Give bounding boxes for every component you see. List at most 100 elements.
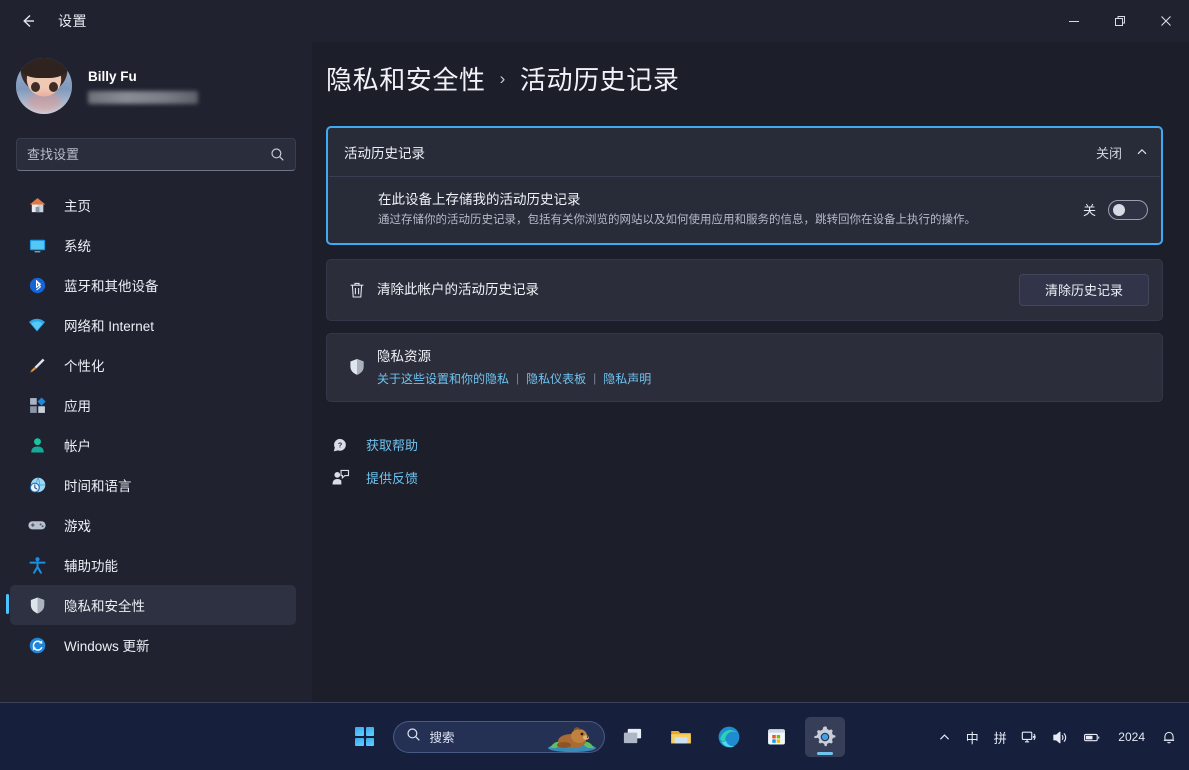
- sidebar-item-label: 系统: [64, 235, 91, 255]
- sidebar-item-gaming[interactable]: 游戏: [10, 505, 296, 545]
- sidebar-item-network[interactable]: 网络和 Internet: [10, 305, 296, 345]
- restore-icon: [1114, 15, 1127, 28]
- sidebar-item-label: 辅助功能: [64, 555, 118, 575]
- avatar: [16, 58, 72, 114]
- close-button[interactable]: [1143, 0, 1189, 42]
- task-view-button[interactable]: [613, 717, 653, 757]
- privacy-link-dashboard[interactable]: 隐私仪表板: [526, 370, 586, 387]
- battery-button[interactable]: [1077, 720, 1108, 754]
- bell-icon: [1161, 729, 1177, 745]
- folder-icon: [669, 725, 693, 749]
- account-icon: [26, 434, 48, 456]
- shield-icon: [343, 357, 371, 377]
- microsoft-edge-button[interactable]: [709, 717, 749, 757]
- battery-icon: [1083, 729, 1102, 746]
- activity-history-title: 活动历史记录: [344, 142, 1096, 162]
- sidebar-item-system[interactable]: 系统: [10, 225, 296, 265]
- clear-history-row: 清除此帐户的活动历史记录 清除历史记录: [327, 260, 1162, 320]
- activity-history-card: 活动历史记录 关闭 在此设备上存储我的活动历史记录 通过存储你的活动历史记录，包…: [326, 126, 1163, 245]
- settings-window: 设置: [0, 0, 1189, 770]
- settings-search-box[interactable]: [16, 138, 296, 171]
- store-activity-history-label: 在此设备上存储我的活动历史记录: [378, 191, 1067, 209]
- taskbar-center-group: 搜索: [345, 717, 845, 757]
- update-icon: [26, 634, 48, 656]
- apps-icon: [26, 394, 48, 416]
- store-activity-history-toggle[interactable]: [1108, 200, 1148, 220]
- sidebar-item-apps[interactable]: 应用: [10, 385, 296, 425]
- show-hidden-icons-button[interactable]: [931, 720, 957, 754]
- sidebar-item-label: 蓝牙和其他设备: [64, 275, 159, 295]
- microsoft-store-button[interactable]: [757, 717, 797, 757]
- shield-icon: [26, 594, 48, 616]
- sidebar-item-label: 应用: [64, 395, 91, 415]
- breadcrumb: 隐私和安全性 › 活动历史记录: [326, 60, 1189, 97]
- privacy-resources-links: 关于这些设置和你的隐私 | 隐私仪表板 | 隐私声明: [377, 370, 1133, 387]
- search-icon: [270, 147, 285, 162]
- sidebar-item-privacy-security[interactable]: 隐私和安全性: [10, 585, 296, 625]
- get-help-link[interactable]: ? 获取帮助: [326, 430, 418, 460]
- store-activity-history-description: 通过存储你的活动历史记录，包括有关你浏览的网站以及如何使用应用和服务的信息，跳转…: [378, 213, 1067, 229]
- toggle-state-label: 关: [1083, 200, 1096, 219]
- store-activity-history-row: 在此设备上存储我的活动历史记录 通过存储你的活动历史记录，包括有关你浏览的网站以…: [328, 177, 1161, 243]
- activity-history-state: 关闭: [1096, 143, 1122, 162]
- privacy-resources-row: 隐私资源 关于这些设置和你的隐私 | 隐私仪表板 | 隐私声明: [327, 334, 1162, 401]
- back-button[interactable]: [6, 5, 50, 37]
- sidebar: Billy Fu: [0, 42, 312, 702]
- give-feedback-label: 提供反馈: [366, 468, 418, 487]
- sidebar-item-windows-update[interactable]: Windows 更新: [10, 625, 296, 665]
- minimize-button[interactable]: [1051, 0, 1097, 42]
- bluetooth-icon: [26, 274, 48, 296]
- notifications-button[interactable]: [1155, 720, 1183, 754]
- file-explorer-button[interactable]: [661, 717, 701, 757]
- taskbar-search[interactable]: 搜索: [393, 721, 605, 753]
- user-account-block[interactable]: Billy Fu: [0, 48, 312, 124]
- store-activity-history-toggle-group: 关: [1083, 200, 1148, 220]
- link-separator: |: [593, 371, 596, 385]
- ime-mode-button[interactable]: 中: [959, 720, 985, 754]
- help-icon: ?: [326, 435, 354, 454]
- sidebar-item-label: 时间和语言: [64, 475, 132, 495]
- get-help-label: 获取帮助: [366, 435, 418, 454]
- breadcrumb-parent-link[interactable]: 隐私和安全性: [326, 60, 486, 97]
- feedback-icon: [326, 468, 354, 487]
- gamepad-icon: [26, 514, 48, 536]
- privacy-link-about[interactable]: 关于这些设置和你的隐私: [377, 370, 509, 387]
- start-button[interactable]: [345, 717, 385, 757]
- ime-pinyin-button[interactable]: 拼: [987, 720, 1013, 754]
- sidebar-item-time-language[interactable]: 时间和语言: [10, 465, 296, 505]
- settings-cards: 活动历史记录 关闭 在此设备上存储我的活动历史记录 通过存储你的活动历史记录，包…: [326, 126, 1163, 402]
- clock[interactable]: 2024: [1110, 720, 1153, 754]
- arrow-left-icon: [19, 12, 37, 30]
- sidebar-item-personalization[interactable]: 个性化: [10, 345, 296, 385]
- volume-icon: [1052, 729, 1069, 746]
- sidebar-item-bluetooth[interactable]: 蓝牙和其他设备: [10, 265, 296, 305]
- volume-button[interactable]: [1046, 720, 1075, 754]
- clear-history-button[interactable]: 清除历史记录: [1019, 274, 1149, 306]
- user-email-redacted: [88, 91, 198, 104]
- privacy-resources-title: 隐私资源: [377, 348, 1133, 366]
- sidebar-item-home[interactable]: 主页: [10, 185, 296, 225]
- network-button[interactable]: [1015, 720, 1044, 754]
- system-tray: 中 拼: [931, 703, 1183, 770]
- settings-taskbar-button[interactable]: [805, 717, 845, 757]
- app-title: 设置: [58, 11, 87, 31]
- sidebar-item-label: 个性化: [64, 355, 105, 375]
- activity-history-expander-header[interactable]: 活动历史记录 关闭: [328, 128, 1161, 176]
- content-area: 隐私和安全性 › 活动历史记录 活动历史记录 关闭: [312, 42, 1189, 702]
- home-icon: [26, 194, 48, 216]
- sidebar-item-label: Windows 更新: [64, 635, 150, 655]
- wifi-icon: [26, 314, 48, 336]
- svg-text:?: ?: [337, 441, 341, 450]
- sidebar-item-accounts[interactable]: 帐户: [10, 425, 296, 465]
- clear-history-card: 清除此帐户的活动历史记录 清除历史记录: [326, 259, 1163, 321]
- taskbar-search-placeholder: 搜索: [430, 727, 455, 746]
- chevron-up-icon: [938, 731, 951, 744]
- give-feedback-link[interactable]: 提供反馈: [326, 463, 418, 493]
- close-icon: [1160, 15, 1172, 27]
- search-input[interactable]: [27, 147, 270, 162]
- sidebar-item-accessibility[interactable]: 辅助功能: [10, 545, 296, 585]
- maximize-restore-button[interactable]: [1097, 0, 1143, 42]
- sidebar-item-label: 主页: [64, 195, 91, 215]
- windows-logo-icon: [355, 727, 374, 746]
- privacy-link-statement[interactable]: 隐私声明: [603, 370, 651, 387]
